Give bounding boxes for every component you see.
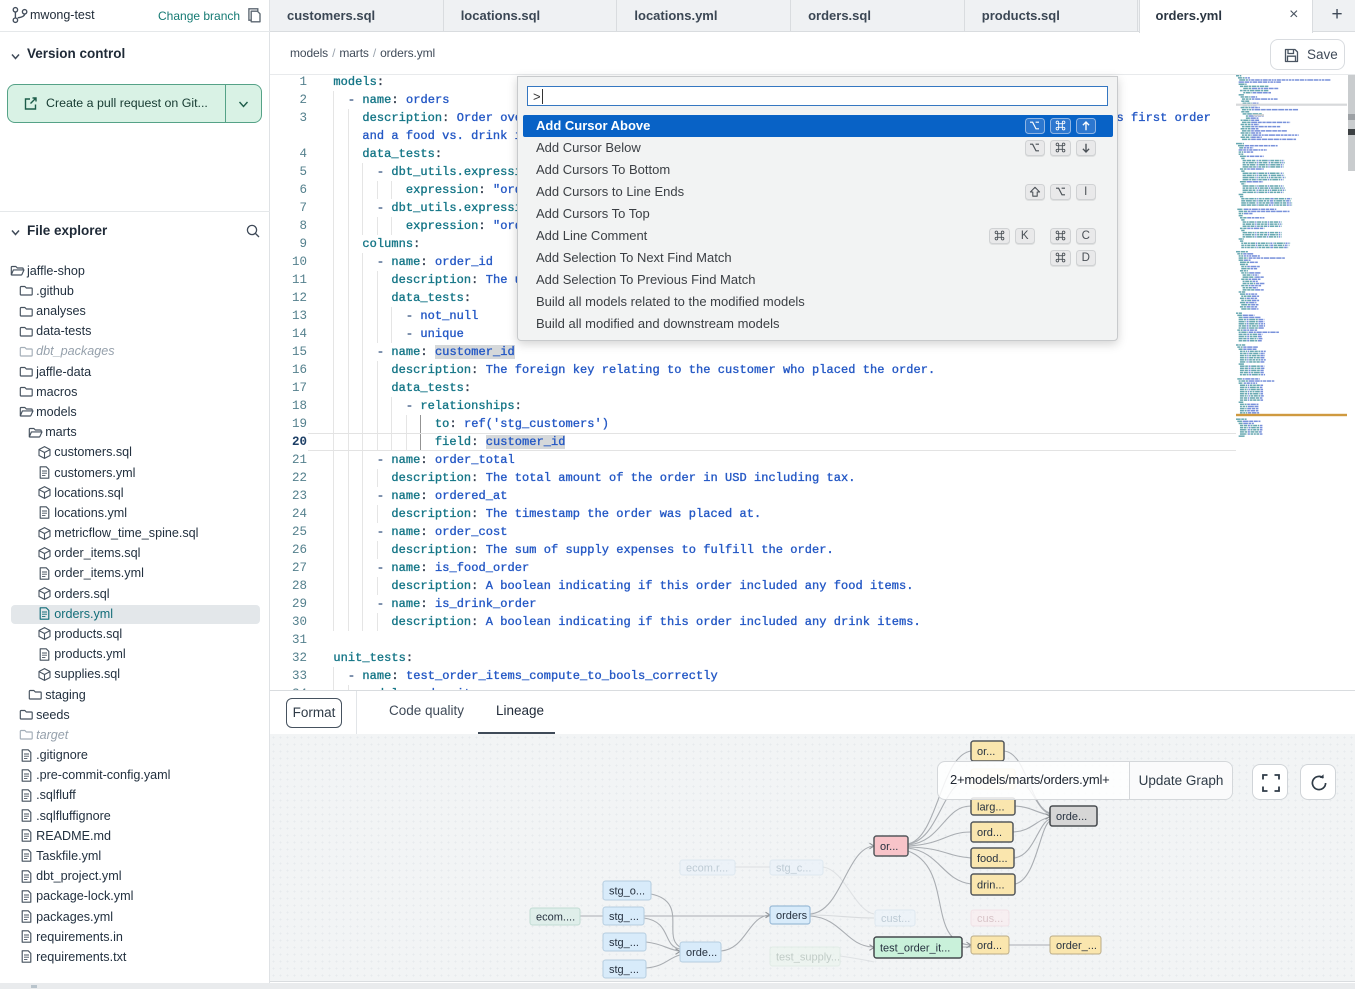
svg-text:drin...: drin... <box>977 880 1005 892</box>
svg-text:order_...: order_... <box>1056 940 1097 952</box>
svg-text:ord...: ord... <box>977 940 1002 952</box>
svg-text:stg_...: stg_... <box>609 911 639 923</box>
svg-text:cus...: cus... <box>977 913 1003 925</box>
svg-text:stg_c...: stg_c... <box>776 863 811 875</box>
svg-text:stg_o...: stg_o... <box>609 886 645 898</box>
svg-text:food...: food... <box>977 853 1008 865</box>
svg-text:orders: orders <box>776 910 808 922</box>
svg-text:orde...: orde... <box>686 947 717 959</box>
svg-text:test_supply...: test_supply... <box>776 952 840 964</box>
svg-text:test_order_it...: test_order_it... <box>880 943 950 955</box>
svg-text:orde...: orde... <box>1056 811 1087 823</box>
svg-text:or...: or... <box>977 746 995 758</box>
svg-text:cust...: cust... <box>881 913 910 925</box>
svg-text:or...: or... <box>880 841 898 853</box>
svg-text:larg...: larg... <box>977 802 1005 814</box>
svg-text:ord...: ord... <box>977 827 1002 839</box>
svg-text:ecom....: ecom.... <box>536 912 575 924</box>
svg-text:stg_...: stg_... <box>609 937 639 949</box>
svg-text:ecom.r...: ecom.r... <box>686 863 728 875</box>
svg-text:stg_...: stg_... <box>609 964 639 976</box>
